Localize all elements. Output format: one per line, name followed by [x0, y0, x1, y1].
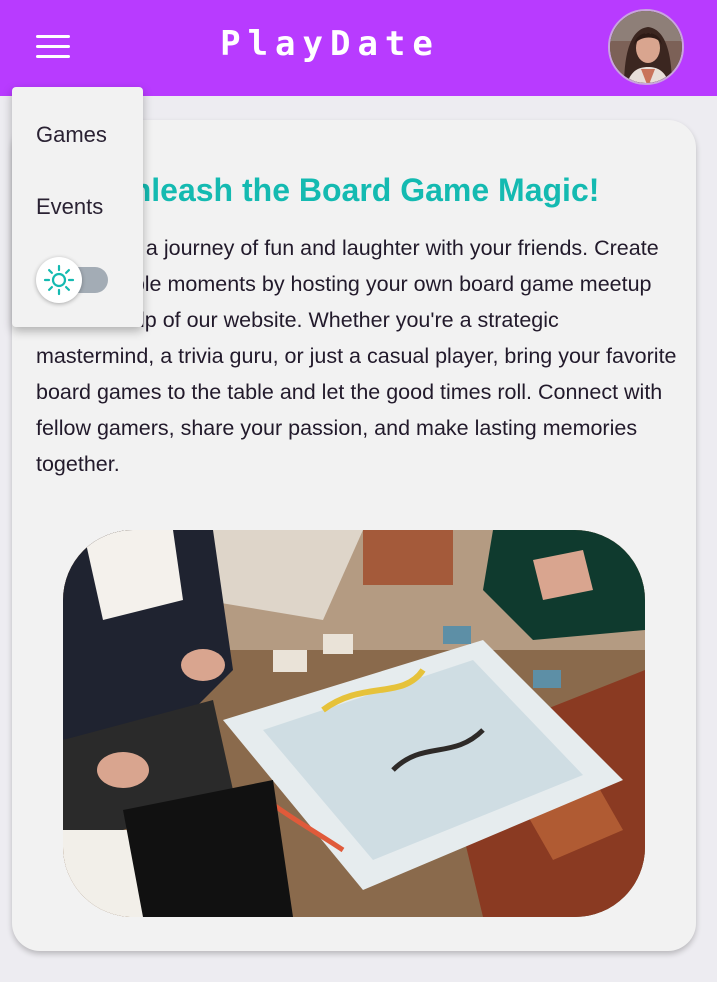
user-avatar[interactable] [608, 9, 684, 85]
dropdown-menu: Games Events [12, 87, 143, 327]
menu-item-games[interactable]: Games [36, 122, 107, 148]
theme-toggle[interactable] [36, 257, 120, 303]
toggle-knob [36, 257, 82, 303]
menu-item-events[interactable]: Events [36, 194, 103, 220]
board-game-photo [63, 530, 645, 917]
sun-icon [43, 264, 75, 296]
brand-title: PlayDate [220, 24, 440, 64]
top-app-bar: PlayDate [0, 0, 717, 96]
